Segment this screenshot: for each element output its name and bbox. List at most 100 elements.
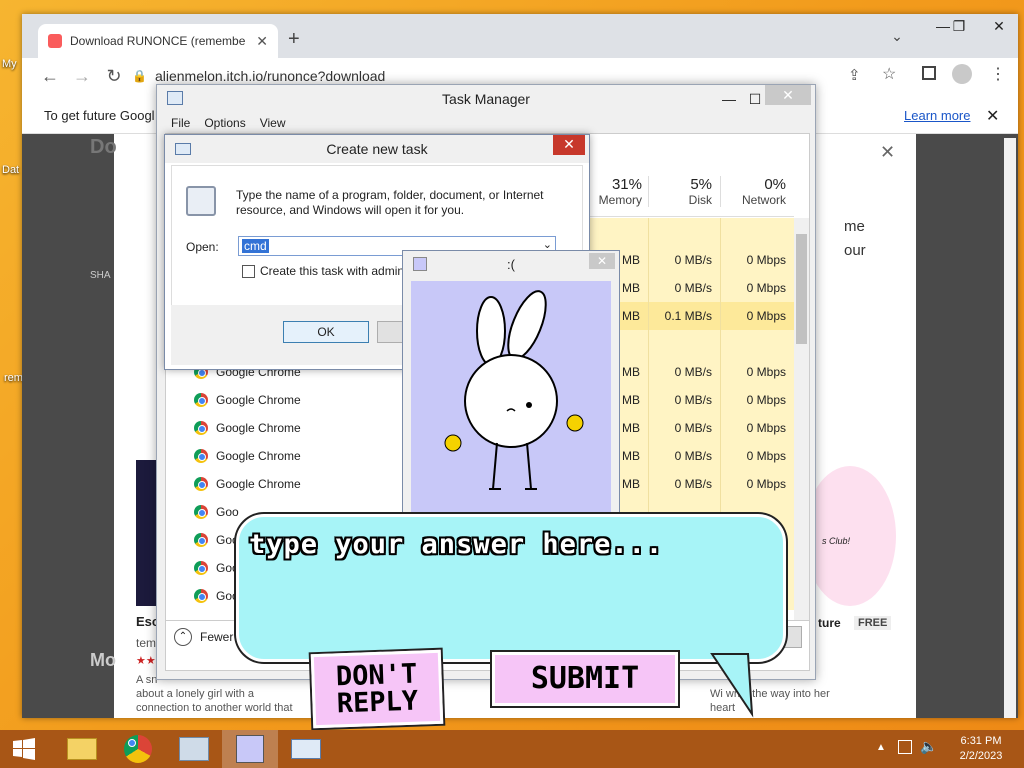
sad-dialog-close-button[interactable]: ✕ — [589, 253, 615, 269]
chrome-icon — [194, 505, 208, 519]
menu-icon[interactable]: ⋮ — [990, 64, 1006, 84]
taskbar: ▲ 🔈 6:31 PM 2/2/2023 — [0, 730, 1024, 768]
browser-tab[interactable]: Download RUNONCE (remembe ✕ — [38, 24, 278, 58]
chrome-icon — [194, 449, 208, 463]
share-label: SHA — [90, 270, 111, 281]
process-name-text: Goo — [216, 505, 239, 519]
game-cover-image[interactable] — [136, 460, 158, 606]
desktop-icon-label[interactable]: My — [2, 58, 17, 70]
file-explorer-button[interactable] — [54, 730, 110, 768]
column-header-network[interactable]: 0% Network — [720, 176, 794, 207]
game-desc-line: A sn — [136, 674, 158, 686]
price-badge: FREE — [854, 616, 892, 630]
tab-search-icon[interactable]: ⌄ — [882, 28, 912, 45]
reload-icon[interactable]: ↻ — [98, 66, 130, 87]
answer-placeholder[interactable]: type your answer here... — [249, 529, 663, 560]
url-text: alienmelon.itch.io/runonce?download — [154, 68, 386, 84]
tm-minimize-button[interactable]: — — [715, 85, 743, 113]
modal-right-text: our — [844, 242, 866, 259]
desktop-icon-label[interactable]: rem — [4, 372, 23, 384]
game-desc-line: about a lonely girl with a — [136, 688, 255, 700]
tab-title: Download RUNONCE (remembe — [70, 34, 246, 48]
create-task-close-button[interactable]: ✕ — [553, 135, 585, 155]
itchio-favicon-icon — [48, 34, 62, 48]
club-text: s Club! — [822, 536, 851, 546]
modal-right-text: me — [844, 218, 865, 235]
new-tab-button[interactable]: + — [288, 28, 300, 51]
clock[interactable]: 6:31 PM 2/2/2023 — [944, 734, 1018, 764]
process-net-cell — [720, 218, 794, 246]
column-header-disk[interactable]: 5% Disk — [648, 176, 720, 207]
close-tab-icon[interactable]: ✕ — [256, 33, 268, 50]
game-author[interactable]: tem — [136, 636, 156, 650]
run-icon — [175, 143, 191, 155]
run-program-icon — [186, 186, 216, 216]
fewer-details-button[interactable]: ⌃ Fewer d — [174, 628, 243, 646]
learn-more-link[interactable]: Learn more — [904, 108, 970, 123]
chrome-icon — [194, 589, 208, 603]
task-manager-title: Task Manager — [442, 91, 530, 107]
admin-checkbox[interactable] — [242, 264, 255, 278]
admin-checkbox-row[interactable]: Create this task with admin — [242, 264, 404, 278]
maximize-button[interactable]: ❐ — [944, 18, 974, 35]
create-task-description: Type the name of a program, folder, docu… — [236, 188, 544, 217]
open-label: Open: — [186, 240, 219, 254]
start-button[interactable] — [0, 730, 48, 768]
process-net-cell: 0 Mbps — [720, 386, 794, 414]
process-net-cell: 0 Mbps — [720, 414, 794, 442]
process-disk-cell: 0 MB/s — [648, 274, 720, 302]
chrome-icon — [194, 477, 208, 491]
run-taskbar-button[interactable] — [278, 730, 334, 768]
process-net-cell — [720, 330, 794, 358]
desktop-icon-label[interactable]: Dat — [2, 164, 19, 176]
chrome-icon — [194, 533, 208, 547]
process-net-cell: 0 Mbps — [720, 358, 794, 386]
page-scrollbar[interactable] — [1004, 138, 1016, 718]
submit-button[interactable]: SUBMIT — [492, 652, 678, 706]
menu-options[interactable]: Options — [204, 113, 245, 133]
chrome-icon — [124, 735, 152, 763]
chrome-icon — [194, 561, 208, 575]
answer-bubble[interactable]: type your answer here... — [236, 514, 786, 662]
task-manager-taskbar-button[interactable] — [166, 730, 222, 768]
menu-file[interactable]: File — [171, 113, 190, 133]
process-scrollbar[interactable] — [794, 218, 809, 620]
task-manager-titlebar: Task Manager — ☐ ✕ — [157, 85, 815, 113]
right-game-title[interactable]: ture — [818, 616, 841, 630]
process-disk-cell: 0.1 MB/s — [648, 302, 720, 330]
tm-close-button[interactable]: ✕ — [765, 85, 811, 105]
network-icon[interactable] — [898, 740, 912, 754]
tab-strip: Download RUNONCE (remembe ✕ + ⌄ — ❐ ✕ — [22, 14, 1018, 58]
process-disk-cell: 0 MB/s — [648, 442, 720, 470]
windows-logo-icon — [13, 738, 35, 760]
process-name-text: Google Chrome — [216, 449, 301, 463]
forward-icon[interactable]: → — [66, 66, 98, 87]
bookmark-star-icon[interactable]: ☆ — [882, 64, 896, 84]
back-icon[interactable]: ← — [34, 66, 66, 87]
process-disk-cell: 0 MB/s — [648, 386, 720, 414]
scrollbar-thumb[interactable] — [796, 234, 807, 344]
runonce-taskbar-button[interactable] — [222, 730, 278, 768]
side-panel-icon[interactable] — [922, 66, 936, 80]
ok-button[interactable]: OK — [283, 321, 369, 343]
chrome-taskbar-button[interactable] — [110, 730, 166, 768]
menu-view[interactable]: View — [260, 113, 286, 133]
close-window-button[interactable]: ✕ — [984, 18, 1014, 35]
process-name-text: Google Chrome — [216, 421, 301, 435]
open-input-value[interactable]: cmd — [242, 239, 269, 253]
bubble-tail-icon — [710, 653, 754, 718]
chevron-up-icon: ⌃ — [174, 628, 192, 646]
column-header-memory[interactable]: 31% Memory — [584, 176, 648, 207]
more-label: Mo — [90, 650, 116, 670]
tray-chevron-icon[interactable]: ▲ — [876, 742, 886, 753]
modal-close-icon[interactable]: ✕ — [880, 142, 895, 163]
share-icon[interactable]: ⇪ — [848, 66, 861, 84]
volume-icon[interactable]: 🔈 — [920, 738, 937, 755]
profile-avatar[interactable] — [952, 64, 972, 84]
dont-reply-button[interactable]: DON'T REPLY — [310, 649, 444, 729]
process-disk-cell: 0 MB/s — [648, 414, 720, 442]
process-mem-cell — [584, 218, 648, 246]
close-infobar-icon[interactable]: ✕ — [986, 106, 999, 126]
task-manager-icon — [167, 91, 183, 105]
rating-stars: ★★ — [136, 655, 156, 667]
